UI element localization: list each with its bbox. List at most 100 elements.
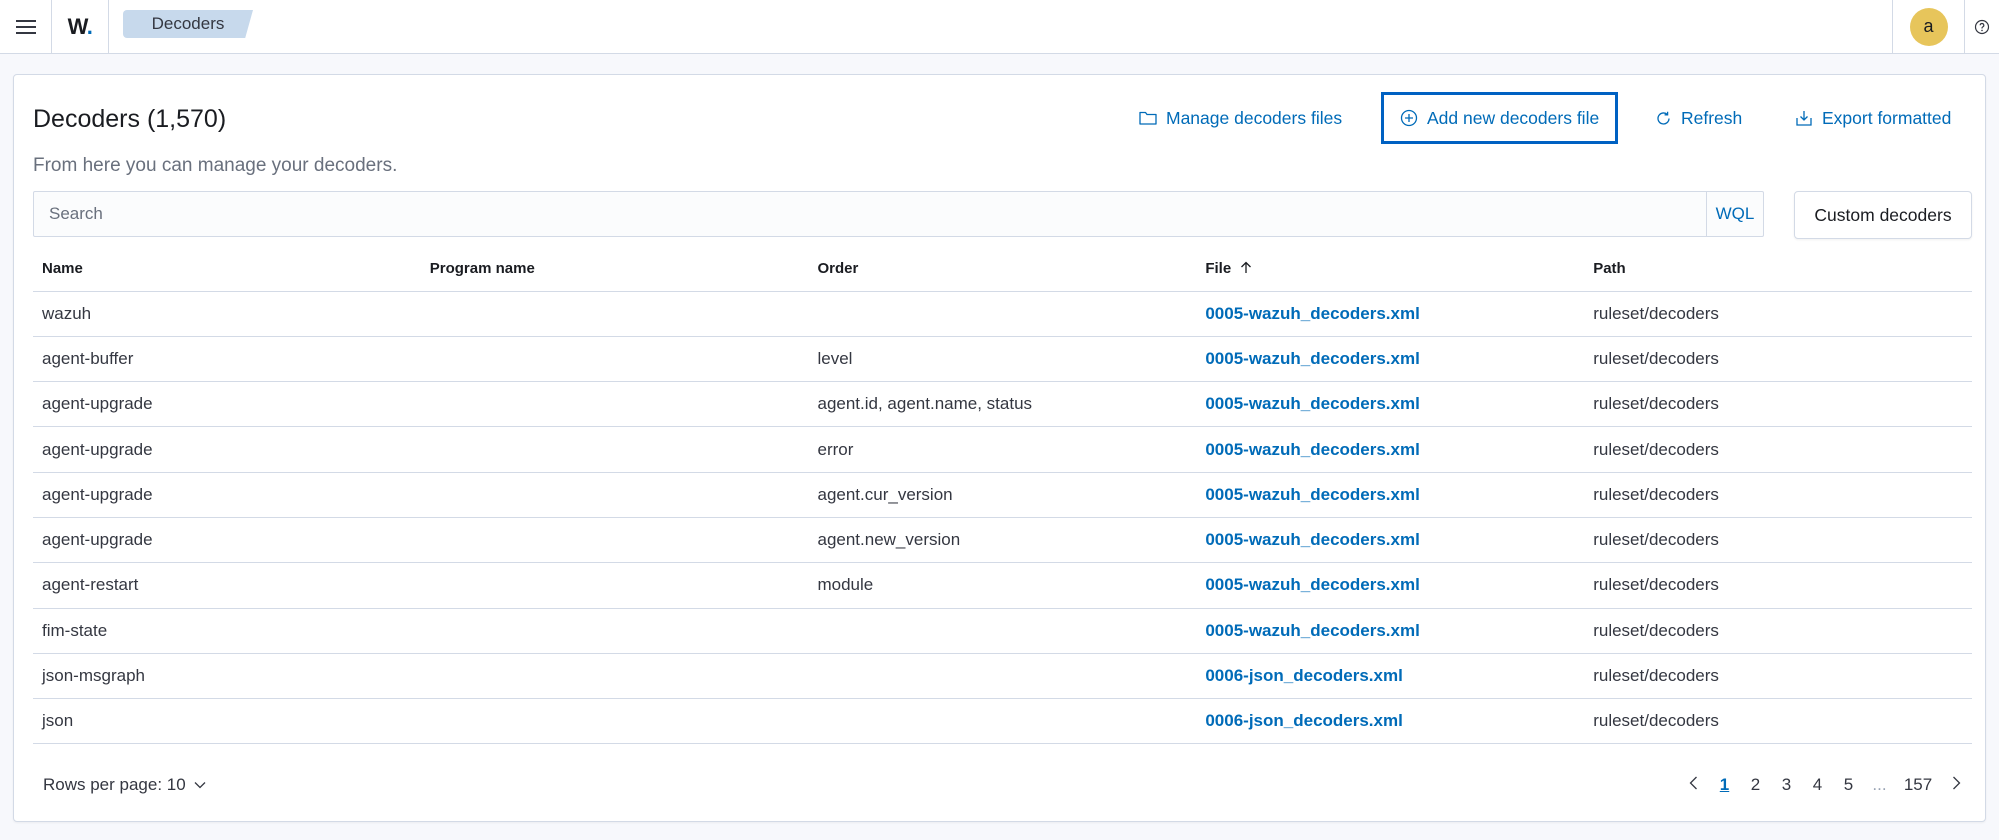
table-row[interactable]: agent-buffer level 0005-wazuh_decoders.x… (33, 336, 1972, 383)
previous-page-button[interactable] (1678, 775, 1709, 795)
cell-name: agent-restart (33, 562, 421, 609)
cell-name: json-msgraph (33, 653, 421, 700)
cell-order (808, 291, 1197, 337)
cell-file-link[interactable]: 0005-wazuh_decoders.xml (1196, 472, 1585, 518)
table-row[interactable]: fim-state 0005-wazuh_decoders.xml rulese… (33, 608, 1972, 654)
cell-name: agent-upgrade (33, 381, 421, 428)
next-page-button[interactable] (1941, 775, 1972, 795)
export-icon (1796, 111, 1812, 126)
logo-text: W (67, 13, 88, 39)
pagination: 1 2 3 4 5 ... 157 (1678, 765, 1972, 805)
cell-path: ruleset/decoders (1584, 517, 1972, 564)
cell-name: agent-upgrade (33, 426, 421, 473)
chevron-right-icon (1953, 776, 1961, 790)
cell-order: agent.id, agent.name, status (808, 381, 1197, 428)
cell-order: agent.cur_version (808, 472, 1197, 518)
cell-program-name (420, 653, 809, 700)
chevron-left-icon (1689, 776, 1697, 790)
cell-file-link[interactable]: 0005-wazuh_decoders.xml (1196, 608, 1585, 654)
rows-per-page-select[interactable]: Rows per page: 10 (43, 765, 206, 805)
cell-program-name (420, 698, 809, 745)
column-header-path[interactable]: Path (1584, 247, 1972, 292)
cell-file-link[interactable]: 0005-wazuh_decoders.xml (1196, 517, 1585, 564)
cell-order (808, 653, 1197, 700)
logo-dot: . (86, 13, 93, 39)
add-new-decoders-file-label: Add new decoders file (1427, 107, 1600, 128)
page-button-3[interactable]: 3 (1771, 775, 1802, 795)
breadcrumb-decoders[interactable]: Decoders (123, 10, 253, 38)
cell-path: ruleset/decoders (1584, 426, 1972, 473)
export-formatted-label: Export formatted (1822, 107, 1952, 128)
table-row[interactable]: wazuh 0005-wazuh_decoders.xml ruleset/de… (33, 291, 1972, 337)
cell-order: module (808, 562, 1197, 609)
table-row[interactable]: json 0006-json_decoders.xml ruleset/deco… (33, 698, 1972, 745)
page-subtitle: From here you can manage your decoders. (33, 155, 398, 176)
page-button-4[interactable]: 4 (1802, 775, 1833, 795)
table-row[interactable]: agent-upgrade agent.cur_version 0005-waz… (33, 472, 1972, 518)
page-button-5[interactable]: 5 (1833, 775, 1864, 795)
table-row[interactable]: agent-restart module 0005-wazuh_decoders… (33, 562, 1972, 609)
refresh-button[interactable]: Refresh (1655, 93, 1742, 143)
cell-file-link[interactable]: 0005-wazuh_decoders.xml (1196, 291, 1585, 337)
cell-order: agent.new_version (808, 517, 1197, 564)
table-row[interactable]: agent-upgrade error 0005-wazuh_decoders.… (33, 426, 1972, 473)
wql-button[interactable]: WQL (1706, 192, 1763, 236)
add-new-decoders-file-button[interactable]: Add new decoders file (1381, 92, 1619, 144)
cell-order: level (808, 336, 1197, 383)
logo[interactable]: W. (52, 0, 109, 53)
chevron-down-icon (194, 782, 206, 789)
cell-program-name (420, 562, 809, 609)
cell-name: agent-upgrade (33, 472, 421, 518)
cell-file-link[interactable]: 0006-json_decoders.xml (1196, 653, 1585, 700)
search-input[interactable] (34, 192, 1709, 236)
help-button[interactable] (1964, 0, 1999, 53)
page-button-1[interactable]: 1 (1709, 775, 1740, 795)
menu-button[interactable] (0, 0, 52, 53)
column-header-program-name[interactable]: Program name (420, 247, 809, 292)
manage-decoders-files-label: Manage decoders files (1166, 107, 1343, 128)
cell-path: ruleset/decoders (1584, 698, 1972, 745)
cell-path: ruleset/decoders (1584, 608, 1972, 654)
cell-program-name (420, 381, 809, 428)
cell-file-link[interactable]: 0005-wazuh_decoders.xml (1196, 562, 1585, 609)
cell-name: json (33, 698, 421, 745)
cell-file-link[interactable]: 0006-json_decoders.xml (1196, 698, 1585, 745)
decoders-panel: Decoders (1,570) From here you can manag… (13, 74, 1986, 822)
table-row[interactable]: agent-upgrade agent.id, agent.name, stat… (33, 381, 1972, 428)
cell-file-link[interactable]: 0005-wazuh_decoders.xml (1196, 381, 1585, 428)
user-menu[interactable]: a (1892, 0, 1964, 53)
column-header-name[interactable]: Name (33, 247, 421, 292)
cell-path: ruleset/decoders (1584, 653, 1972, 700)
cell-path: ruleset/decoders (1584, 336, 1972, 383)
page-button-2[interactable]: 2 (1740, 775, 1771, 795)
cell-program-name (420, 426, 809, 473)
cell-path: ruleset/decoders (1584, 562, 1972, 609)
cell-program-name (420, 517, 809, 564)
table-row[interactable]: agent-upgrade agent.new_version 0005-waz… (33, 517, 1972, 564)
cell-program-name (420, 291, 809, 337)
rows-per-page-label: Rows per page: 10 (43, 775, 186, 794)
export-formatted-button[interactable]: Export formatted (1795, 93, 1951, 143)
cell-path: ruleset/decoders (1584, 291, 1972, 337)
cell-name: fim-state (33, 608, 421, 654)
refresh-label: Refresh (1681, 107, 1743, 128)
cell-program-name (420, 336, 809, 383)
cell-path: ruleset/decoders (1584, 472, 1972, 518)
decoders-table: Name Program name Order File Path wazuh … (33, 247, 1972, 745)
table-footer: Rows per page: 10 1 2 3 4 5 ... 157 (33, 765, 1972, 805)
refresh-icon (1657, 111, 1670, 125)
page-button-last[interactable]: 157 (1895, 775, 1941, 795)
cell-file-link[interactable]: 0005-wazuh_decoders.xml (1196, 336, 1585, 383)
cell-order (808, 608, 1197, 654)
manage-decoders-files-button[interactable]: Manage decoders files (1139, 93, 1342, 143)
help-icon (1974, 19, 1990, 34)
cell-file-link[interactable]: 0005-wazuh_decoders.xml (1196, 426, 1585, 473)
column-header-order[interactable]: Order (808, 247, 1197, 292)
plus-circle-icon (1400, 109, 1418, 127)
custom-decoders-button[interactable]: Custom decoders (1794, 191, 1972, 239)
search-bar: WQL (33, 191, 1764, 237)
column-header-file[interactable]: File (1196, 247, 1585, 292)
table-row[interactable]: json-msgraph 0006-json_decoders.xml rule… (33, 653, 1972, 700)
avatar[interactable]: a (1909, 7, 1948, 46)
cell-path: ruleset/decoders (1584, 381, 1972, 428)
